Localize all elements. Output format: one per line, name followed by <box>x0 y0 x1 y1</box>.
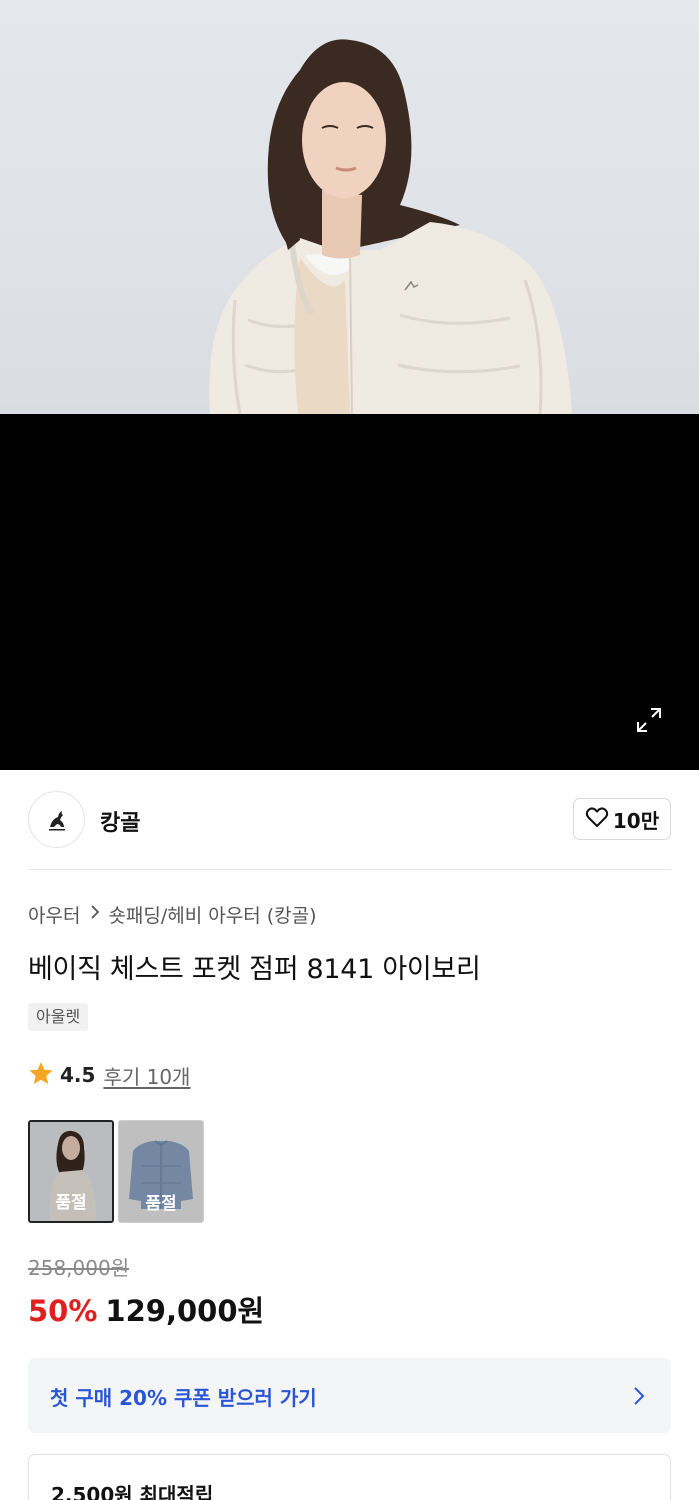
discount-rate: 50% <box>28 1294 98 1328</box>
product-main-image <box>0 0 699 414</box>
price-row: 50% 129,000원 <box>28 1288 264 1330</box>
breadcrumb-item-subcategory[interactable]: 숏패딩/헤비 아우터 (캉골) <box>108 901 316 928</box>
model-photo-illustration <box>209 39 573 414</box>
outlet-badge: 아울렛 <box>28 1003 89 1031</box>
review-count-link[interactable]: 후기 10개 <box>103 1061 190 1090</box>
brand-row: 캉골 10만 <box>28 791 671 849</box>
kangaroo-logo-icon[interactable] <box>28 791 85 848</box>
max-points-label: 2,500원 최대적립 <box>51 1483 214 1500</box>
color-option-blue[interactable]: 품절 <box>118 1120 204 1223</box>
breadcrumb: 아우터 숏패딩/헤비 아우터 (캉골) <box>28 900 317 928</box>
brand-name[interactable]: 캉골 <box>100 805 140 837</box>
expand-icon[interactable] <box>632 703 666 737</box>
coupon-label: 첫 구매 20% 쿠폰 받으러 가기 <box>50 1386 317 1410</box>
original-price: 258,000원 <box>28 1256 130 1280</box>
sale-price: 129,000원 <box>105 1294 265 1328</box>
first-purchase-coupon-button[interactable]: 첫 구매 20% 쿠폰 받으러 가기 <box>28 1358 671 1433</box>
product-title: 베이직 체스트 포켓 점퍼 8141 아이보리 <box>28 954 481 985</box>
color-options: 품절 품절 <box>28 1120 204 1223</box>
heart-outline-icon <box>585 806 609 832</box>
like-count: 10만 <box>612 808 660 833</box>
chevron-right-icon <box>90 904 100 925</box>
rating-row: 4.5 후기 10개 <box>28 1060 190 1090</box>
product-image-gallery[interactable] <box>0 0 699 770</box>
color-option-ivory[interactable]: 품절 <box>28 1120 114 1223</box>
sold-out-label: 품절 <box>55 1193 87 1213</box>
chevron-right-icon <box>633 1386 645 1410</box>
star-icon <box>28 1061 54 1090</box>
like-button[interactable]: 10만 <box>573 798 671 840</box>
points-box: 2,500원 최대적립 <box>28 1454 671 1500</box>
rating-score: 4.5 <box>60 1063 96 1087</box>
sold-out-label: 품절 <box>145 1194 177 1214</box>
section-divider <box>28 869 671 870</box>
breadcrumb-item-outer[interactable]: 아우터 <box>28 901 80 928</box>
